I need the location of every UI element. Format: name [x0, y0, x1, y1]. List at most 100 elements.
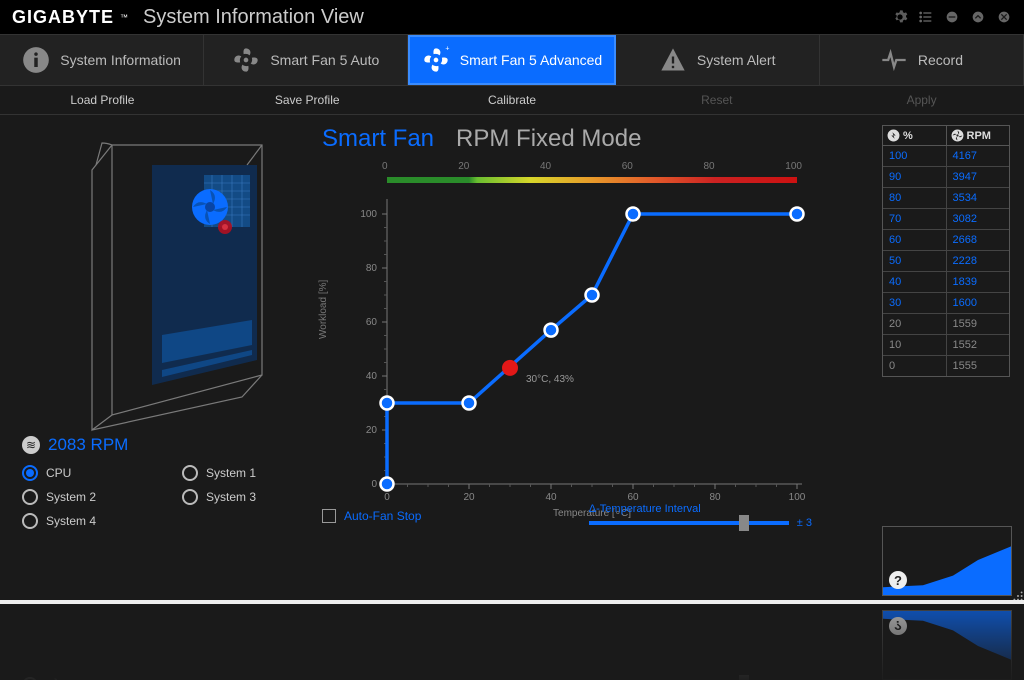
- info-icon: [22, 46, 50, 74]
- chart-title-1: Smart Fan: [322, 125, 434, 153]
- cell-rpm: 1559: [946, 314, 1010, 334]
- checkbox-label: Auto-Fan Stop: [344, 509, 421, 523]
- radio-system4[interactable]: System 4: [22, 513, 152, 529]
- tab-system-information[interactable]: System Information: [0, 35, 204, 85]
- svg-text:60: 60: [627, 492, 639, 503]
- slider-thumb: [739, 675, 749, 680]
- close-icon[interactable]: [996, 9, 1012, 25]
- subtabs: Load Profile Save Profile Calibrate Rese…: [0, 86, 1024, 114]
- svg-text:80: 80: [709, 492, 721, 503]
- tab-label: System Alert: [697, 52, 776, 68]
- cell-percent: 70: [883, 209, 946, 229]
- table-row[interactable]: 101552: [883, 335, 1009, 356]
- cell-percent: 90: [883, 167, 946, 187]
- cell-percent: 80: [883, 188, 946, 208]
- rpm-table-header: % RPM: [883, 126, 1009, 146]
- cell-percent: 0: [883, 356, 946, 376]
- gear-icon[interactable]: [892, 9, 908, 25]
- table-row[interactable]: 502228: [883, 251, 1009, 272]
- rpm-value: 2083 RPM: [48, 435, 128, 455]
- mini-chart: ?: [882, 526, 1012, 596]
- maximize-icon[interactable]: [970, 9, 986, 25]
- th-percent: %: [903, 130, 913, 142]
- tab-label: Record: [918, 52, 963, 68]
- pulse-icon: [880, 46, 908, 74]
- minimize-icon[interactable]: [944, 9, 960, 25]
- svg-text:40: 40: [366, 371, 378, 382]
- table-row[interactable]: 703082: [883, 209, 1009, 230]
- table-row[interactable]: 301600: [883, 293, 1009, 314]
- radio-label: System 2: [46, 490, 96, 504]
- radio-cpu[interactable]: CPU: [22, 465, 152, 481]
- svg-text:30°C, 43%: 30°C, 43%: [526, 374, 574, 385]
- svg-text:100: 100: [360, 209, 377, 220]
- radio-system2[interactable]: System 2: [22, 489, 152, 505]
- tab-smart-fan-advanced[interactable]: + Smart Fan 5 Advanced: [408, 35, 615, 85]
- radio-label: System 1: [206, 466, 256, 480]
- table-row[interactable]: 803534: [883, 188, 1009, 209]
- table-row[interactable]: 903947: [883, 167, 1009, 188]
- fan-curve-chart[interactable]: 020406080100 Workload [%] 02040608010002…: [322, 159, 812, 529]
- svg-text:20: 20: [463, 492, 475, 503]
- tab-record[interactable]: Record: [820, 35, 1024, 85]
- title-bar: GIGABYTE™ System Information View: [0, 0, 1024, 34]
- subtab-apply[interactable]: Apply: [819, 86, 1024, 114]
- cell-rpm: 1555: [946, 356, 1010, 376]
- svg-text:40: 40: [545, 492, 557, 503]
- radio-label: CPU: [46, 466, 71, 480]
- subtab-reset[interactable]: Reset: [614, 86, 819, 114]
- table-row[interactable]: 602668: [883, 230, 1009, 251]
- slider-thumb[interactable]: [739, 515, 749, 531]
- svg-text:60: 60: [366, 317, 378, 328]
- subtab-calibrate[interactable]: Calibrate: [410, 86, 615, 114]
- radio-label: System 3: [206, 490, 256, 504]
- cell-rpm: 1600: [946, 293, 1010, 313]
- radio-system3[interactable]: System 3: [182, 489, 312, 505]
- table-row[interactable]: 01555: [883, 356, 1009, 376]
- radio-label: System 4: [46, 514, 96, 528]
- th-rpm: RPM: [967, 130, 991, 142]
- list-icon[interactable]: [918, 9, 934, 25]
- help-icon[interactable]: ?: [889, 571, 907, 589]
- help-icon: ?: [889, 617, 907, 635]
- window-controls: [892, 9, 1012, 25]
- svg-text:80: 80: [366, 263, 378, 274]
- table-row[interactable]: 201559: [883, 314, 1009, 335]
- svg-text:0: 0: [371, 479, 377, 490]
- rpm-table: % RPM 1004167903947803534703082602668502…: [882, 125, 1010, 377]
- delta-slider[interactable]: [589, 521, 789, 525]
- cell-rpm: 4167: [946, 146, 1010, 166]
- svg-text:100: 100: [789, 492, 806, 503]
- delta-value: ± 3: [797, 517, 812, 529]
- subtab-load-profile[interactable]: Load Profile: [0, 86, 205, 114]
- cell-rpm: 3082: [946, 209, 1010, 229]
- wave-icon: ≋: [22, 436, 40, 454]
- delta-label: Δ-Temperature Interval: [589, 503, 812, 515]
- main-tabs: System Information Smart Fan 5 Auto + Sm…: [0, 34, 1024, 86]
- app-title: System Information View: [143, 6, 364, 29]
- cell-percent: 20: [883, 314, 946, 334]
- table-row[interactable]: 1004167: [883, 146, 1009, 167]
- svg-text:0: 0: [384, 492, 390, 503]
- alert-icon: [659, 46, 687, 74]
- chart-title-2: RPM Fixed Mode: [456, 125, 641, 153]
- cell-percent: 30: [883, 293, 946, 313]
- svg-text:20: 20: [366, 425, 378, 436]
- radio-system1[interactable]: System 1: [182, 465, 312, 481]
- tab-system-alert[interactable]: System Alert: [616, 35, 820, 85]
- fan-plus-icon: +: [422, 46, 450, 74]
- subtab-save-profile[interactable]: Save Profile: [205, 86, 410, 114]
- checkbox-auto-fan-stop[interactable]: Auto-Fan Stop: [322, 509, 421, 523]
- brand-text: GIGABYTE: [12, 7, 114, 28]
- tab-label: System Information: [60, 52, 181, 68]
- tab-smart-fan-auto[interactable]: Smart Fan 5 Auto: [204, 35, 408, 85]
- chart-title: Smart Fan RPM Fixed Mode: [322, 125, 874, 153]
- table-row[interactable]: 401839: [883, 272, 1009, 293]
- cell-percent: 100: [883, 146, 946, 166]
- case-illustration: [12, 125, 312, 435]
- cell-rpm: 2228: [946, 251, 1010, 271]
- cell-rpm: 3947: [946, 167, 1010, 187]
- cell-percent: 50: [883, 251, 946, 271]
- cell-rpm: 3534: [946, 188, 1010, 208]
- cell-rpm: 2668: [946, 230, 1010, 250]
